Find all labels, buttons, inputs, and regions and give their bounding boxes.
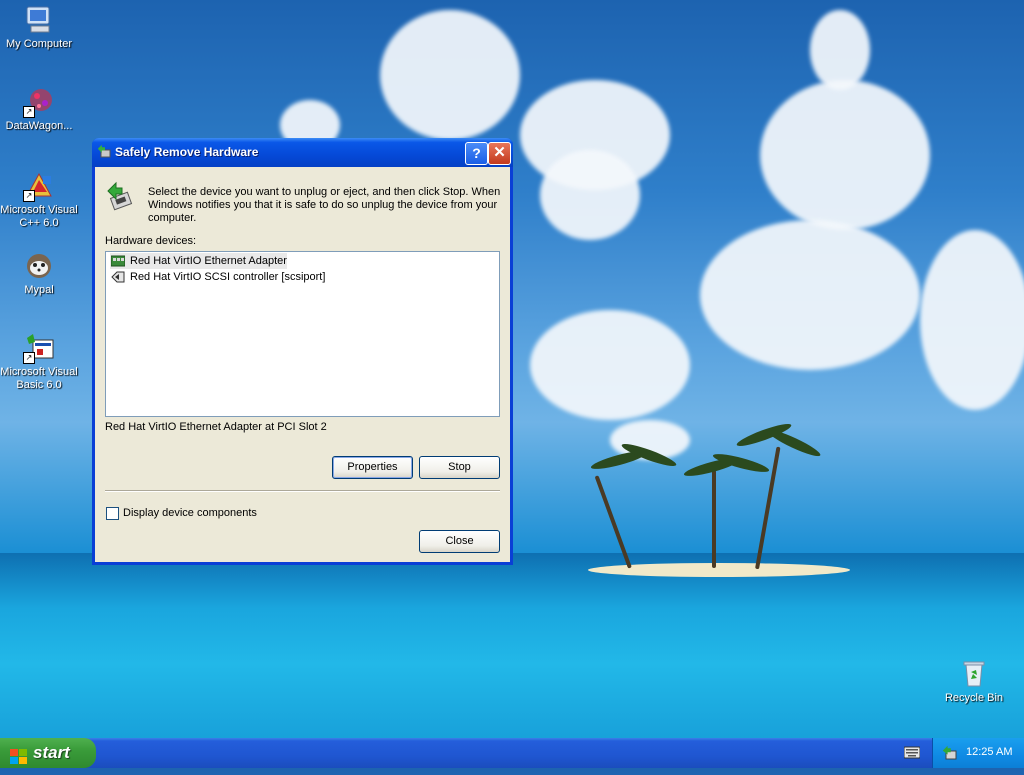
network-adapter-icon: [110, 255, 126, 267]
display-device-components-label[interactable]: Display device components: [123, 507, 257, 519]
separator: [105, 490, 500, 492]
safely-remove-hardware-icon: [97, 144, 112, 159]
scsi-controller-icon: [111, 271, 125, 283]
keyboard-icon[interactable]: [903, 745, 921, 759]
stop-button[interactable]: Stop: [419, 456, 500, 479]
title-close-button[interactable]: ✕: [488, 142, 511, 165]
list-item-label: Red Hat VirtIO Ethernet Adapter: [130, 255, 287, 267]
mypal-icon: [23, 250, 55, 282]
device-location-text: Red Hat VirtIO Ethernet Adapter at PCI S…: [105, 421, 327, 433]
safely-remove-hardware-tray-icon[interactable]: [942, 745, 958, 761]
cloud: [920, 230, 1024, 410]
desktop-icon-label: Microsoft Visual C++ 6.0: [0, 204, 78, 229]
cloud: [540, 150, 640, 240]
desktop-icon-datawagon[interactable]: ↗ DataWagon...: [0, 86, 78, 133]
desktop-icon-visual-cpp[interactable]: ↗ Microsoft Visual C++ 6.0: [0, 170, 78, 230]
list-item-ethernet-adapter[interactable]: Red Hat VirtIO Ethernet Adapter: [110, 253, 287, 269]
properties-button[interactable]: Properties: [332, 456, 413, 479]
safely-remove-hardware-dialog: Safely Remove Hardware ? ✕ Select the de…: [92, 138, 513, 565]
visual-basic-icon: ↗: [23, 332, 55, 364]
desktop-icon-mypal[interactable]: Mypal: [0, 250, 78, 297]
windows-logo-icon: [10, 745, 28, 764]
cloud: [760, 80, 930, 230]
shortcut-arrow-icon: ↗: [23, 352, 35, 364]
desktop-icon-label: Mypal: [24, 284, 54, 296]
list-item-scsi-controller[interactable]: Red Hat VirtIO SCSI controller [scsiport…: [110, 269, 325, 285]
desktop-icon-label: Microsoft Visual Basic 6.0: [0, 366, 78, 391]
ocean: [0, 553, 1024, 738]
system-tray: 12:25 AM: [932, 738, 1024, 768]
help-button[interactable]: ?: [465, 142, 488, 165]
taskbar: start 12:25 AM: [0, 738, 1024, 768]
desktop-icon-label: Recycle Bin: [944, 692, 1004, 704]
hardware-devices-list[interactable]: Red Hat VirtIO Ethernet Adapter Red Hat …: [105, 251, 500, 417]
close-button[interactable]: Close: [419, 530, 500, 553]
dialog-client-area: Select the device you want to unplug or …: [95, 167, 510, 562]
desktop-icon-label: My Computer: [5, 38, 73, 50]
hardware-devices-label: Hardware devices:: [105, 235, 197, 247]
cloud: [530, 310, 690, 420]
clock[interactable]: 12:25 AM: [966, 746, 1012, 758]
datawagon-icon: ↗: [23, 86, 55, 118]
palm-tree: [712, 470, 716, 568]
dialog-title-bar[interactable]: Safely Remove Hardware ? ✕: [92, 138, 513, 167]
desktop-icon-label: DataWagon...: [5, 120, 73, 132]
visual-cpp-icon: ↗: [23, 170, 55, 202]
shortcut-arrow-icon: ↗: [23, 106, 35, 118]
cloud: [700, 220, 920, 370]
instructions-text: Select the device you want to unplug or …: [148, 186, 501, 224]
cloud: [810, 10, 870, 90]
eject-hardware-icon: [106, 181, 134, 211]
desktop-icon-recycle-bin[interactable]: Recycle Bin: [935, 658, 1013, 705]
desktop-icon-visual-basic[interactable]: ↗ Microsoft Visual Basic 6.0: [0, 332, 78, 392]
start-button[interactable]: start: [0, 738, 96, 768]
cloud: [380, 10, 520, 140]
list-item-label: Red Hat VirtIO SCSI controller [scsiport…: [130, 271, 326, 283]
my-computer-icon: [23, 4, 55, 36]
desktop-icon-my-computer[interactable]: My Computer: [0, 4, 78, 51]
display-device-components-checkbox[interactable]: [106, 507, 119, 520]
recycle-bin-icon: [958, 658, 990, 690]
dialog-title: Safely Remove Hardware: [115, 145, 259, 159]
start-label: start: [33, 743, 70, 762]
shortcut-arrow-icon: ↗: [23, 190, 35, 202]
